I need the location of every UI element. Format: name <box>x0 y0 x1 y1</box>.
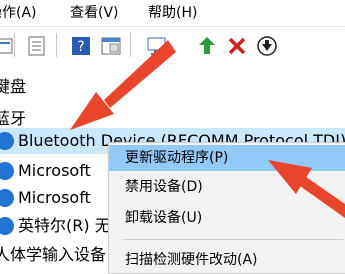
update-driver-icon[interactable] <box>196 35 218 57</box>
menu-item-uninstall-device[interactable]: 卸载设备(U) <box>109 205 345 231</box>
bluetooth-icon <box>0 132 14 150</box>
properties-icon[interactable] <box>26 35 48 57</box>
back-icon[interactable] <box>0 35 16 57</box>
tree-category-keyboard[interactable]: 键盘 <box>0 74 345 100</box>
scan-hardware-icon[interactable] <box>146 35 168 57</box>
tree-category-label: 键盘 <box>0 77 27 96</box>
help-icon[interactable]: ? <box>70 35 92 57</box>
bluetooth-icon <box>0 162 14 180</box>
context-menu: 更新驱动程序(P) 禁用设备(D) 卸载设备(U) 扫描检测硬件改动(A) <box>108 142 345 274</box>
tree-category-label: 人体学输入设备 <box>0 245 107 264</box>
menu-item-scan-hardware[interactable]: 扫描检测硬件改动(A) <box>109 247 345 273</box>
disable-icon[interactable] <box>256 35 278 57</box>
toolbar-separator <box>56 33 57 57</box>
console-icon[interactable] <box>100 35 122 57</box>
menu-bar: 操作(A) 查看(V) 帮助(H) <box>0 0 345 24</box>
menu-item-update-driver[interactable]: 更新驱动程序(P) <box>109 145 345 171</box>
toolbar-separator <box>130 33 131 57</box>
menu-help[interactable]: 帮助(H) <box>148 2 197 22</box>
device-label: Microsoft <box>18 161 91 180</box>
svg-text:?: ? <box>77 39 84 55</box>
bluetooth-icon <box>0 189 14 207</box>
uninstall-icon[interactable] <box>226 35 248 57</box>
menu-separator <box>123 239 343 240</box>
menu-view[interactable]: 查看(V) <box>70 2 119 22</box>
menu-action[interactable]: 操作(A) <box>0 2 37 22</box>
menu-item-disable-device[interactable]: 禁用设备(D) <box>109 174 345 200</box>
device-label: Microsoft <box>18 188 91 207</box>
device-label: 英特尔(R) 无 <box>18 216 111 235</box>
bluetooth-icon <box>0 217 14 235</box>
toolbar: ? <box>0 26 345 66</box>
